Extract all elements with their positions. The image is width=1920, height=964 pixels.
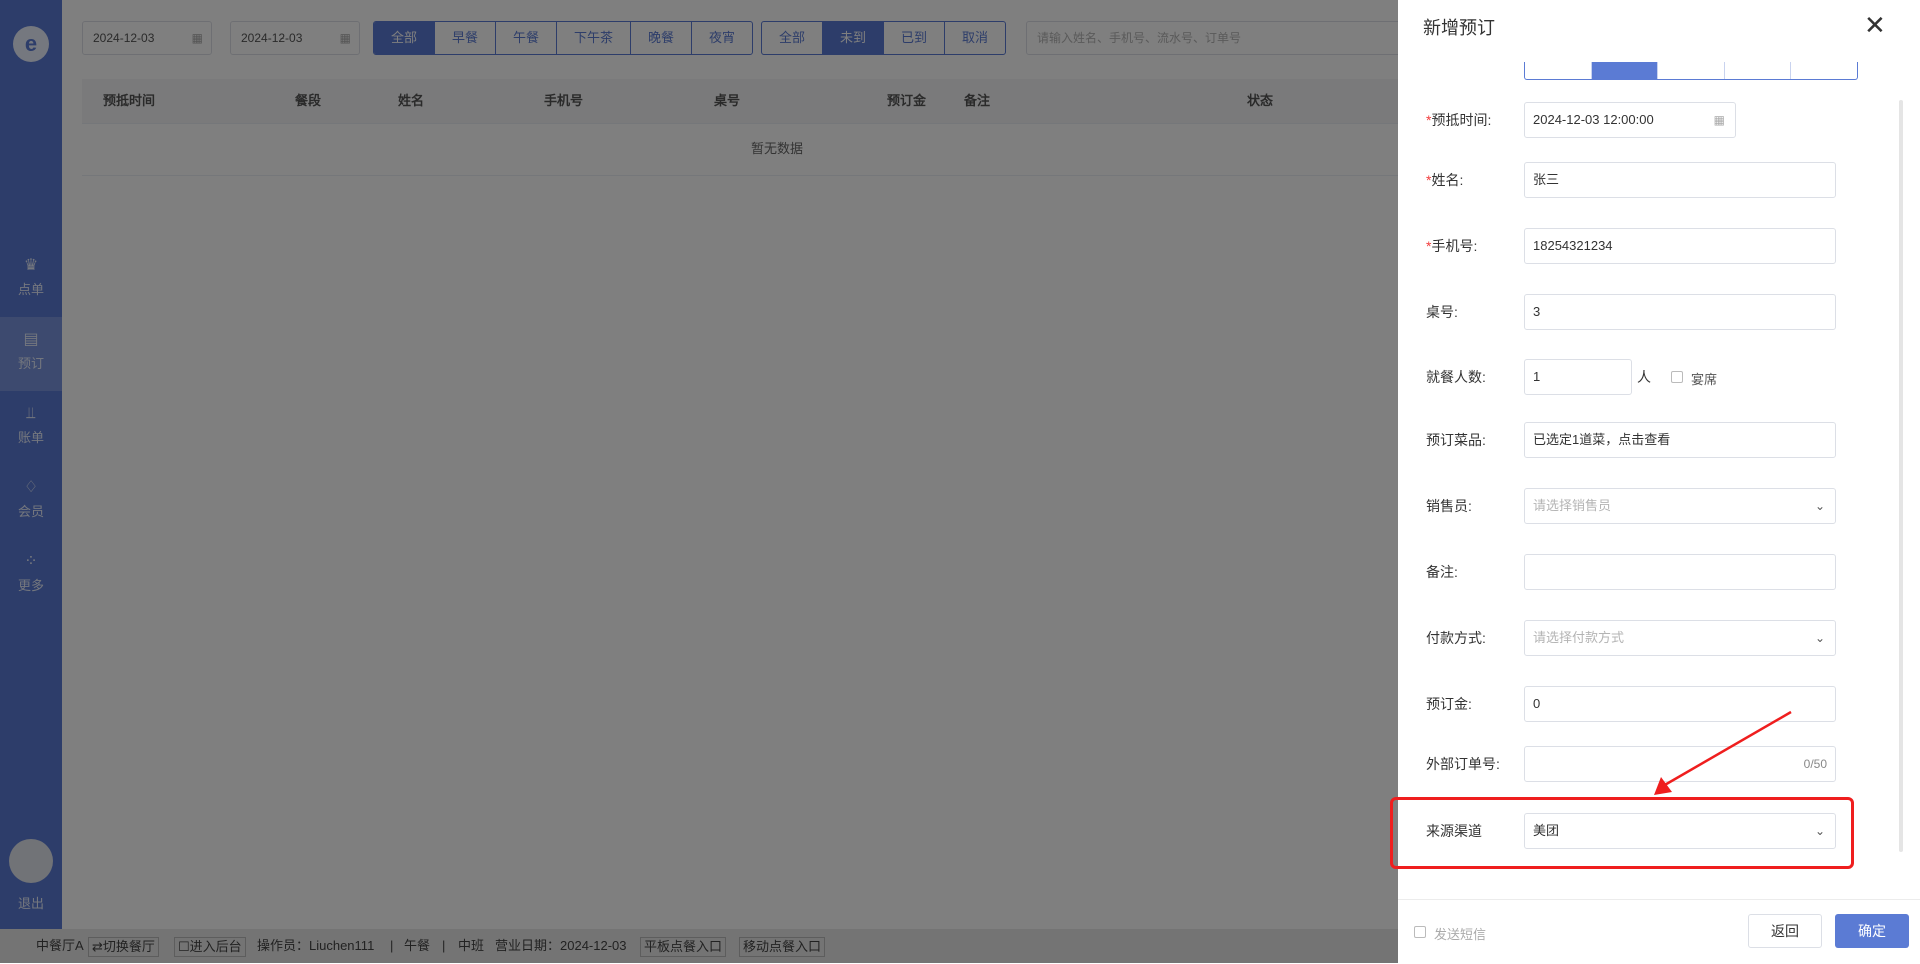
chevron-down-icon: ⌄	[1814, 499, 1825, 513]
external-order-input[interactable]: 0/50	[1524, 746, 1836, 782]
char-counter: 0/50	[1803, 757, 1827, 771]
deposit-label: 预订金:	[1426, 696, 1472, 712]
phone-label: 手机号:	[1431, 238, 1478, 254]
arrival-time-value: 2024-12-03 12:00:00	[1533, 112, 1654, 127]
field-payment: 付款方式: 请选择付款方式 ⌄	[1398, 618, 1898, 658]
arrival-time-label: 预抵时间:	[1431, 112, 1492, 128]
field-remark: 备注:	[1398, 552, 1898, 592]
drawer-tab-active[interactable]	[1591, 62, 1659, 79]
name-input[interactable]: 张三	[1524, 162, 1836, 198]
salesperson-label: 销售员:	[1426, 498, 1472, 514]
sms-checkbox[interactable]	[1414, 926, 1426, 938]
drawer-tab[interactable]	[1791, 62, 1857, 79]
remark-input[interactable]	[1524, 554, 1836, 590]
field-guests: 就餐人数: 1 人 宴席	[1398, 357, 1898, 397]
payment-label: 付款方式:	[1426, 630, 1486, 646]
field-table-no: 桌号: 3	[1398, 292, 1898, 332]
footer-overlay	[0, 929, 1398, 963]
guests-input[interactable]: 1	[1524, 359, 1632, 395]
scrollbar[interactable]	[1899, 100, 1903, 852]
field-arrival-time: *预抵时间: 2024-12-03 12:00:00 ▦	[1398, 100, 1898, 140]
drawer-tab[interactable]	[1725, 62, 1792, 79]
payment-select[interactable]: 请选择付款方式 ⌄	[1524, 620, 1836, 656]
field-external-order: 外部订单号: 0/50	[1398, 744, 1898, 784]
dishes-label: 预订菜品:	[1426, 432, 1486, 448]
new-booking-drawer: 新增预订 ✕ *预抵时间: 2024-12-03 12:00:00 ▦ *姓名:…	[1390, 0, 1920, 964]
sms-label: 发送短信	[1434, 927, 1487, 942]
remark-label: 备注:	[1426, 564, 1458, 580]
highlight-box	[1390, 797, 1854, 869]
close-icon[interactable]: ✕	[1864, 12, 1886, 38]
deposit-input[interactable]: 0	[1524, 686, 1836, 722]
salesperson-select[interactable]: 请选择销售员 ⌄	[1524, 488, 1836, 524]
guests-label: 就餐人数:	[1426, 369, 1486, 385]
banquet-label: 宴席	[1691, 372, 1718, 387]
drawer-tab[interactable]	[1525, 62, 1592, 79]
table-no-label: 桌号:	[1426, 304, 1458, 320]
banquet-checkbox[interactable]	[1671, 371, 1683, 383]
field-salesperson: 销售员: 请选择销售员 ⌄	[1398, 486, 1898, 526]
phone-input[interactable]: 18254321234	[1524, 228, 1836, 264]
confirm-button[interactable]: 确定	[1835, 914, 1909, 948]
chevron-down-icon: ⌄	[1814, 631, 1825, 645]
calendar-icon: ▦	[1713, 113, 1725, 127]
drawer-tab[interactable]	[1658, 62, 1725, 79]
drawer-title: 新增预订	[1423, 18, 1495, 38]
name-label: 姓名:	[1431, 172, 1464, 188]
guests-unit: 人	[1637, 369, 1651, 385]
table-no-input[interactable]: 3	[1524, 294, 1836, 330]
modal-overlay[interactable]	[0, 0, 1398, 929]
external-order-label: 外部订单号:	[1426, 756, 1500, 772]
field-name: *姓名: 张三	[1398, 160, 1898, 200]
field-phone: *手机号: 18254321234	[1398, 226, 1898, 266]
back-button[interactable]: 返回	[1748, 914, 1822, 948]
drawer-tabs	[1524, 62, 1858, 80]
payment-placeholder: 请选择付款方式	[1533, 630, 1625, 645]
dishes-input[interactable]: 已选定1道菜，点击查看	[1524, 422, 1836, 458]
arrival-time-picker[interactable]: 2024-12-03 12:00:00 ▦	[1524, 102, 1736, 138]
salesperson-placeholder: 请选择销售员	[1533, 498, 1612, 513]
field-deposit: 预订金: 0	[1398, 684, 1898, 724]
field-dishes: 预订菜品: 已选定1道菜，点击查看	[1398, 420, 1898, 460]
drawer-footer: 发送短信 返回 确定	[1398, 899, 1920, 964]
